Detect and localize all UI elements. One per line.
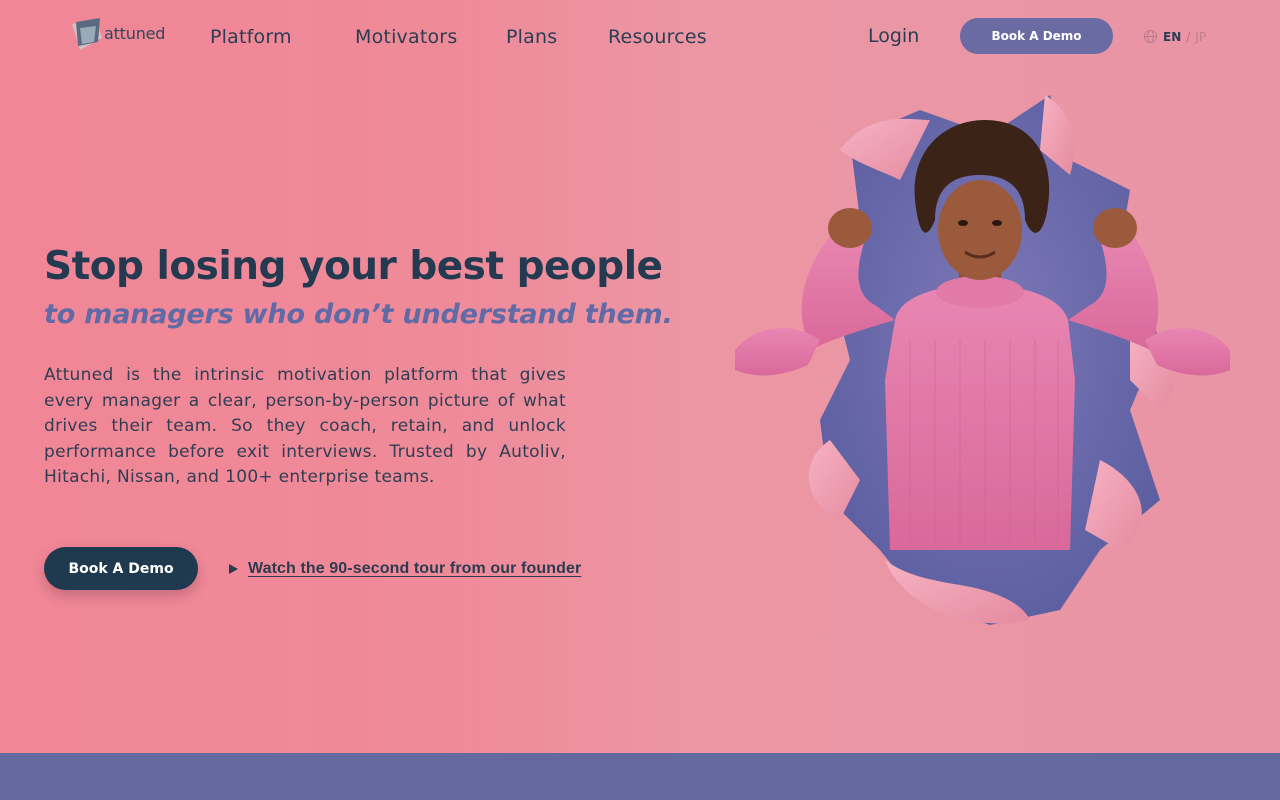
nav-plans[interactable]: Plans — [506, 26, 557, 48]
watch-tour-link[interactable]: Watch the 90-second tour from our founde… — [229, 560, 581, 578]
logo-text: attuned — [104, 23, 166, 43]
attuned-logo[interactable]: attuned — [66, 18, 176, 54]
lang-jp[interactable]: JP — [1195, 30, 1206, 44]
hero-book-demo-button[interactable]: Book A Demo — [44, 547, 198, 590]
header-book-demo-button[interactable]: Book A Demo — [960, 18, 1113, 54]
login-link[interactable]: Login — [868, 25, 919, 47]
section-band — [0, 753, 1280, 800]
lang-en[interactable]: EN — [1163, 30, 1181, 44]
language-switcher: EN / JP — [1143, 29, 1206, 44]
lang-separator: / — [1186, 29, 1191, 44]
site-header: attuned Platform Motivators Plans Resour… — [0, 0, 1280, 74]
logo-mark-icon — [72, 18, 102, 50]
hero-title: Stop losing your best people — [44, 244, 663, 289]
nav-platform[interactable]: Platform — [210, 26, 292, 48]
nav-motivators[interactable]: Motivators — [355, 26, 457, 48]
nav-resources[interactable]: Resources — [608, 26, 707, 48]
play-icon — [229, 564, 238, 574]
hero-description: Attuned is the intrinsic motivation plat… — [44, 365, 566, 488]
hero-woman-image — [735, 95, 1230, 625]
globe-icon — [1143, 29, 1158, 44]
watch-tour-label[interactable]: Watch the 90-second tour from our founde… — [248, 560, 581, 578]
hero-subtitle: to managers who don’t understand them. — [44, 299, 673, 330]
